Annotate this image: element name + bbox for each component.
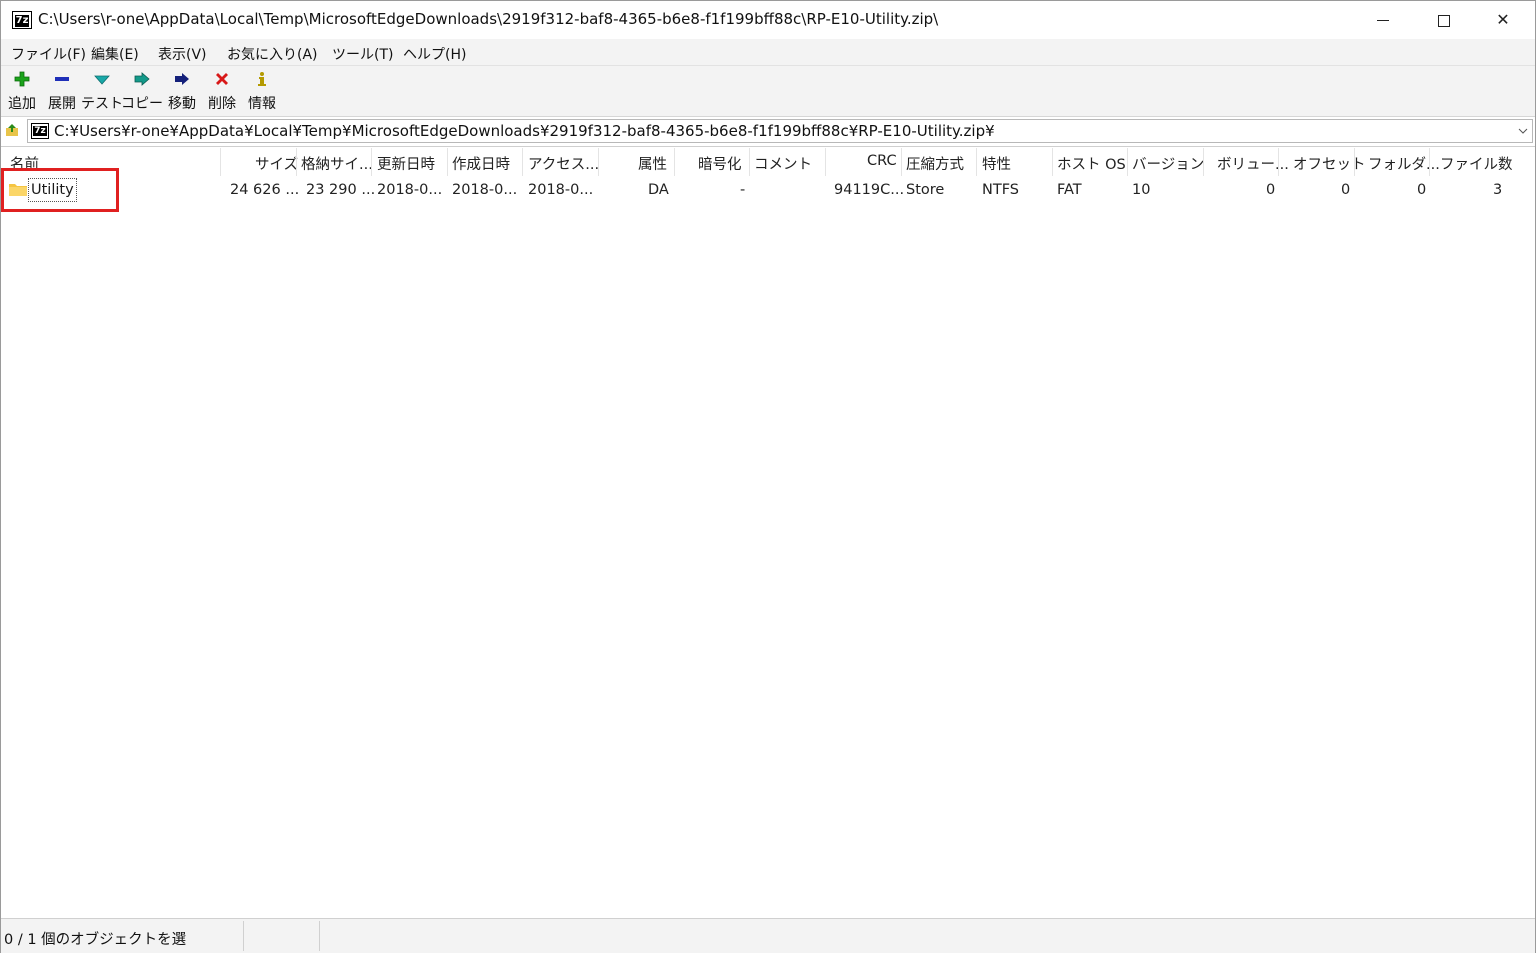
column-comment[interactable]: コメント [754,153,812,174]
folder-up-icon[interactable] [5,123,19,137]
menu-bar: ファイル(F) 編集(E) 表示(V) お気に入り(A) ツール(T) ヘルプ(… [1,39,1535,66]
column-host-os[interactable]: ホスト OS [1057,153,1126,174]
column-characteristics[interactable]: 特性 [982,153,1011,174]
column-divider[interactable] [1278,148,1279,176]
test-button[interactable]: テスト [81,68,123,114]
cell-method: Store [906,182,945,198]
extract-button[interactable]: 展開 [42,68,82,114]
cell-files: 3 [1493,182,1503,198]
maximize-button[interactable] [1413,1,1473,39]
column-divider[interactable] [976,148,977,176]
7zip-app-icon[interactable]: 7z [12,11,32,29]
add-button[interactable]: 追加 [2,68,42,114]
annotation-highlight-box [1,168,119,212]
minimize-button[interactable] [1353,1,1413,39]
close-button[interactable]: ✕ [1473,1,1533,39]
cell-characteristics: NTFS [982,182,1019,198]
column-version[interactable]: バージョン [1132,153,1204,174]
cell-version: 10 [1132,182,1151,198]
plus-icon [14,71,30,87]
cell-crc: 94119C... [834,182,905,198]
maximize-icon [1438,15,1450,27]
status-divider [243,921,244,951]
address-combobox[interactable]: 7z C:¥Users¥r-one¥AppData¥Local¥Temp¥Mic… [27,119,1533,143]
menu-tools[interactable]: ツール(T) [332,44,393,64]
column-divider[interactable] [522,148,523,176]
menu-file[interactable]: ファイル(F) [11,44,86,64]
column-packed-size[interactable]: 格納サイ... [301,153,373,174]
column-encrypted[interactable]: 暗号化 [698,153,742,174]
window-title: C:\Users\r-one\AppData\Local\Temp\Micros… [38,10,939,28]
status-bar: 0 / 1 個のオブジェクトを選 [1,918,1535,953]
column-divider[interactable] [1354,148,1355,176]
column-modified[interactable]: 更新日時 [377,153,435,174]
minimize-icon [1377,20,1389,21]
column-created[interactable]: 作成日時 [452,153,510,174]
cell-modified: 2018-0... [377,182,443,198]
archive-icon-label: 7z [33,126,47,136]
column-attributes[interactable]: 属性 [638,153,667,174]
move-arrow-icon [175,73,189,85]
column-divider[interactable] [901,148,902,176]
delete-button[interactable]: 削除 [202,68,242,114]
menu-view[interactable]: 表示(V) [158,44,207,64]
info-button[interactable]: 情報 [242,68,282,114]
cell-attributes: DA [648,182,669,198]
column-size[interactable]: サイズ [255,153,298,174]
toolbar: 追加 展開 テスト コピー 移動 削除 情報 [1,66,1535,117]
app-window: 7z C:\Users\r-one\AppData\Local\Temp\Mic… [0,0,1536,953]
cell-packed-size: 23 290 ... [306,182,376,198]
cell-folders: 0 [1417,182,1427,198]
menu-help[interactable]: ヘルプ(H) [403,44,466,64]
address-row: 7z C:¥Users¥r-one¥AppData¥Local¥Temp¥Mic… [1,117,1535,147]
column-divider[interactable] [371,148,372,176]
delete-x-icon [216,73,228,85]
column-divider[interactable] [296,148,297,176]
cell-encrypted: - [740,182,746,198]
column-divider[interactable] [825,148,826,176]
address-path[interactable]: C:¥Users¥r-one¥AppData¥Local¥Temp¥Micros… [54,122,995,140]
info-icon [258,72,266,86]
cell-volume: 0 [1266,182,1276,198]
column-divider[interactable] [674,148,675,176]
cell-size: 24 626 ... [230,182,300,198]
menu-favorites[interactable]: お気に入り(A) [227,44,318,64]
cell-accessed: 2018-0... [528,182,594,198]
column-divider[interactable] [598,148,599,176]
column-divider[interactable] [447,148,448,176]
close-icon: ✕ [1496,10,1510,29]
column-divider[interactable] [1429,148,1430,176]
list-header: 名前 サイズ 格納サイ... 更新日時 作成日時 アクセス... 属性 暗号化 … [3,148,1513,176]
check-icon [94,75,110,85]
column-crc[interactable]: CRC [867,153,897,169]
status-selection: 0 / 1 個のオブジェクトを選 [4,932,187,948]
app-icon-label: 7z [14,15,30,27]
title-bar[interactable]: 7z C:\Users\r-one\AppData\Local\Temp\Mic… [1,1,1535,39]
column-method[interactable]: 圧縮方式 [906,153,964,174]
info-label: 情報 [248,96,276,112]
archive-icon: 7z [31,123,49,139]
column-divider[interactable] [1052,148,1053,176]
cell-offset: 0 [1341,182,1351,198]
column-divider[interactable] [749,148,750,176]
column-divider[interactable] [1127,148,1128,176]
cell-host-os: FAT [1057,182,1082,198]
column-files[interactable]: ファイル数 [1440,153,1513,174]
copy-button[interactable]: コピー [121,68,163,114]
move-button[interactable]: 移動 [162,68,202,114]
column-accessed[interactable]: アクセス... [528,153,599,174]
column-divider[interactable] [1203,148,1204,176]
copy-arrow-icon [134,72,150,86]
cell-created: 2018-0... [452,182,518,198]
table-row[interactable]: Utility 24 626 ... 23 290 ... 2018-0... … [3,176,1508,204]
menu-edit[interactable]: 編集(E) [91,44,139,64]
chevron-down-icon[interactable] [1518,126,1528,136]
status-divider [319,921,320,951]
minus-icon [55,77,69,81]
column-divider[interactable] [220,148,221,176]
